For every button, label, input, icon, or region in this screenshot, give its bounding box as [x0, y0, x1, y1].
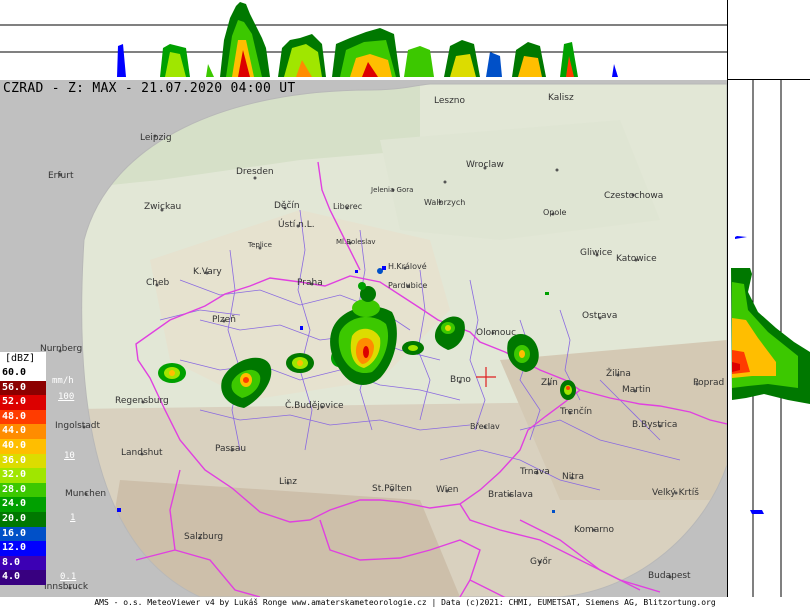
city-label-zwickau: Zwickau: [144, 202, 182, 212]
city-label-regensburg: Regensburg: [115, 396, 169, 406]
side-cross-section-svg: [731, 80, 810, 597]
city-label-usti: Ústí n.L.: [278, 220, 315, 230]
legend-swatch: 44.0: [0, 424, 46, 439]
city-label-nitra: Nitra: [562, 472, 584, 482]
reflectivity-legend: [dBZ] 60.0 56.0 52.0 48.0 44.0 40.0 36.0 32.0 28…: [0, 352, 46, 585]
city-label-c-budejovice: Č.Budějovice: [285, 401, 344, 411]
city-label-walbrzych: Walbrzych: [424, 198, 466, 207]
city-label-innsbruck: Innsbruck: [44, 582, 89, 592]
echo-cell: [402, 341, 424, 355]
legend-swatch: 20.0: [0, 511, 46, 527]
city-label-decin: Děčín: [274, 201, 300, 211]
city-label-wien: Wien: [436, 485, 459, 495]
legend-swatch: 8.0: [0, 555, 46, 571]
rain-rate-10: 10: [64, 451, 75, 461]
city-label-katowice: Katowice: [616, 254, 657, 264]
city-label-ingolstadt: Ingolstadt: [55, 421, 101, 431]
city-label-b-bystrica: B.Bystrica: [632, 420, 678, 430]
city-label-budapest: Budapest: [648, 571, 691, 581]
city-label-brno: Brno: [450, 375, 471, 385]
city-label-zilina: Žilina: [606, 369, 631, 379]
city-label-ml-boleslav: Ml.Boleslav: [336, 238, 376, 246]
city-label-leszno: Leszno: [434, 96, 466, 106]
city-label-velky-krtis: Velký Krtíš: [652, 488, 699, 498]
city-label-pardubice: Pardubice: [388, 281, 428, 290]
legend-swatch: 48.0: [0, 409, 46, 425]
legend-swatch: 28.0: [0, 482, 46, 498]
city-label-opole: Opole: [543, 208, 567, 217]
footer-credits: AMS - o.s. MeteoViewer v4 by Lukáš Ronge…: [0, 597, 810, 610]
side-echo-profile: [731, 236, 810, 514]
city-label-gliwice: Gliwice: [580, 248, 613, 258]
radar-product-title: CZRAD - Z: MAX - 21.07.2020 04:00 UT: [3, 81, 296, 96]
city-label-teplice: Teplice: [248, 241, 272, 249]
city-label-liberec: Liberec: [333, 202, 363, 211]
legend-swatch: 12.0: [0, 541, 46, 556]
city-label-cheb: Cheb: [146, 278, 170, 288]
legend-swatch: 4.0: [0, 570, 46, 585]
city-label-breclav: Břeclav: [470, 422, 500, 431]
city-label-plzen: Plzeň: [212, 315, 236, 325]
city-label-salzburg: Salzburg: [184, 532, 224, 542]
city-label-trnava: Trnava: [520, 467, 550, 477]
city-label-bratislava: Bratislava: [488, 490, 533, 500]
echo-cell: [286, 353, 314, 373]
city-label-st-polten: St.Pölten: [372, 484, 412, 494]
top-echo-profile: [117, 2, 618, 77]
city-label-linz: Linz: [279, 477, 297, 487]
legend-swatch: 36.0: [0, 453, 46, 469]
city-label-olomouc: Olomouc: [476, 328, 517, 338]
rain-rate-1: 1: [70, 513, 76, 523]
legend-swatch: 16.0: [0, 526, 46, 542]
legend-swatch: 32.0: [0, 468, 46, 483]
map-svg: [58, 83, 727, 597]
city-label-k-vary: K.Vary: [193, 267, 222, 277]
city-label-munchen: Munchen: [65, 489, 107, 499]
city-label-poprad: Poprad: [693, 378, 725, 388]
city-label-czestochowa: Czestochowa: [604, 191, 664, 201]
rain-rate-0-1: 0.1: [60, 572, 77, 582]
city-label-komarno: Komarno: [574, 525, 614, 535]
side-cross-section-panel: [727, 80, 810, 597]
legend-mmh-label: mm/h: [52, 376, 74, 386]
rain-rate-100: 100: [58, 392, 75, 402]
echo-cell: [158, 363, 186, 383]
city-label-wroclaw: Wroclaw: [466, 160, 504, 170]
top-cross-section-panel: [0, 0, 727, 81]
city-label-nurnberg: Nurnberg: [40, 344, 83, 354]
city-label-trencin: Trenčín: [560, 407, 593, 417]
legend-swatch: 24.0: [0, 497, 46, 512]
city-label-leipzig: Leipzig: [140, 133, 172, 143]
city-label-hradec: H.Králové: [388, 262, 427, 271]
legend-swatch: 52.0: [0, 395, 46, 410]
city-label-landshut: Landshut: [121, 448, 163, 458]
city-label-zlin: Zlín: [541, 378, 558, 388]
city-label-jelenia-gora: Jelenia Gora: [371, 186, 414, 194]
city-label-passau: Passau: [215, 444, 247, 454]
legend-swatches: 60.0 56.0 52.0 48.0 44.0 40.0 36.0 32.0 28.0 24.0…: [0, 366, 46, 585]
legend-swatch: 56.0: [0, 380, 46, 396]
city-label-martin: Martin: [622, 385, 651, 395]
city-label-dresden: Dresden: [236, 167, 274, 177]
legend-swatch: 40.0: [0, 438, 46, 454]
city-label-ostrava: Ostrava: [582, 311, 618, 321]
echo-cell: [560, 380, 576, 400]
radar-map[interactable]: Leszno Kalisz Leipzig Erfurt Dresden Wro…: [0, 80, 727, 597]
legend-unit-label: [dBZ]: [0, 352, 46, 366]
panel-corner: [727, 0, 810, 80]
city-label-kalisz: Kalisz: [548, 93, 574, 103]
city-label-gyor: Győr: [530, 557, 552, 567]
city-label-praha: Praha: [297, 278, 323, 288]
city-label-erfurt: Erfurt: [48, 171, 74, 181]
legend-swatch: 60.0: [0, 366, 46, 381]
top-cross-section-svg: [0, 2, 727, 77]
